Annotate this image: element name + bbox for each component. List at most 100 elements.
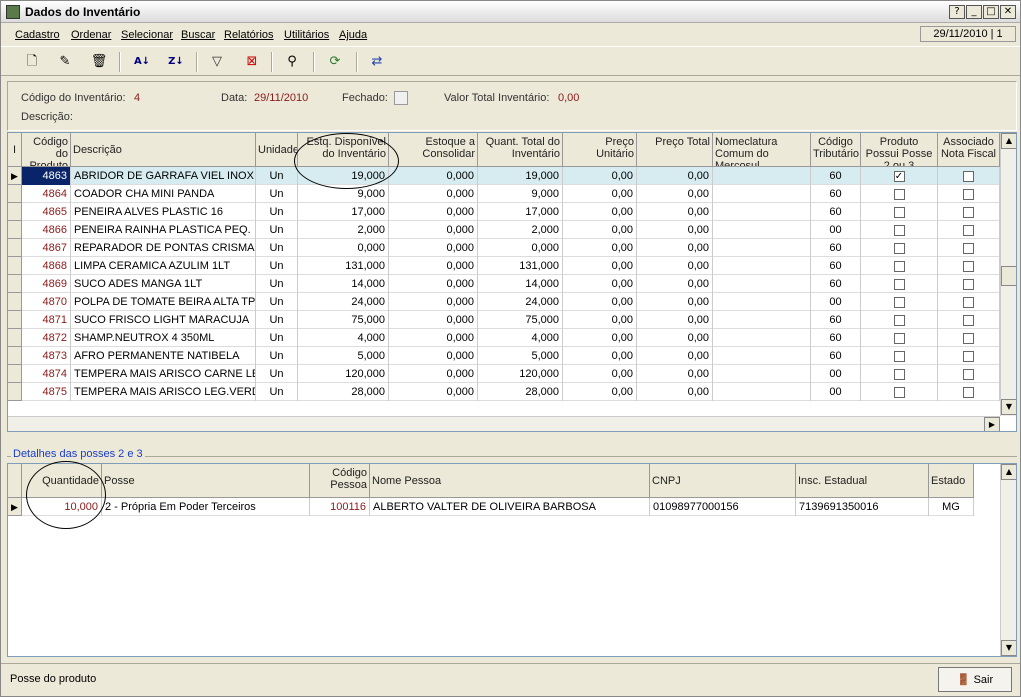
- row-indicator[interactable]: [8, 221, 22, 239]
- cell-trib[interactable]: 00: [811, 365, 861, 383]
- cell-codigo[interactable]: 4871: [22, 311, 71, 329]
- cell-quant[interactable]: 120,000: [478, 365, 563, 383]
- cell-preco[interactable]: 0,00: [563, 239, 637, 257]
- table-row[interactable]: 4867 REPARADOR DE PONTAS CRISMAS Un 0,000 0,…: [8, 239, 1000, 257]
- checkbox-icon[interactable]: [893, 296, 905, 308]
- clear-filter-icon[interactable]: ⊠: [241, 52, 263, 72]
- detail-header-codigo[interactable]: Código Pessoa: [310, 464, 370, 498]
- cell-preco[interactable]: 0,00: [563, 365, 637, 383]
- cell-codigo[interactable]: 4868: [22, 257, 71, 275]
- cell-consolidar[interactable]: 0,000: [389, 239, 478, 257]
- cell-nota[interactable]: [938, 383, 1000, 401]
- cell-estq[interactable]: 131,000: [298, 257, 389, 275]
- table-row[interactable]: 4869 SUCO ADES MANGA 1LT Un 14,000 0,000 14,0…: [8, 275, 1000, 293]
- edit-icon[interactable]: ✎: [54, 52, 76, 72]
- cell-ncm[interactable]: [713, 275, 811, 293]
- refresh-icon[interactable]: ⟳: [324, 52, 346, 72]
- checkbox-icon[interactable]: [893, 350, 905, 362]
- cell-nota[interactable]: [938, 365, 1000, 383]
- cell-total[interactable]: 0,00: [637, 167, 713, 185]
- checkbox-icon[interactable]: [963, 242, 974, 254]
- table-row[interactable]: 4873 AFRO PERMANENTE NATIBELA Un 5,000 0,000…: [8, 347, 1000, 365]
- sort-az-icon[interactable]: A↓: [131, 52, 153, 72]
- cell-codigo[interactable]: 4870: [22, 293, 71, 311]
- cell-quant[interactable]: 75,000: [478, 311, 563, 329]
- cell-unidade[interactable]: Un: [256, 347, 298, 365]
- cell-descricao[interactable]: REPARADOR DE PONTAS CRISMAS: [71, 239, 256, 257]
- cell-codigo[interactable]: 4875: [22, 383, 71, 401]
- cell-nota[interactable]: [938, 257, 1000, 275]
- grid-header-preco[interactable]: Preço Unitário: [563, 133, 637, 167]
- help-button[interactable]: ?: [949, 5, 965, 19]
- checkbox-icon[interactable]: [893, 368, 905, 380]
- cell-descricao[interactable]: TEMPERA MAIS ARISCO LEG.VERD.AF: [71, 383, 256, 401]
- cell-nota[interactable]: [938, 275, 1000, 293]
- cell-codigo[interactable]: 4864: [22, 185, 71, 203]
- cell-ncm[interactable]: [713, 185, 811, 203]
- cell-unidade[interactable]: Un: [256, 185, 298, 203]
- detail-cell-posse[interactable]: 2 - Própria Em Poder Terceiros: [102, 498, 310, 516]
- cell-posse[interactable]: [861, 239, 938, 257]
- menu-buscar[interactable]: Buscar: [181, 29, 215, 41]
- fechado-checkbox[interactable]: [394, 91, 408, 105]
- cell-posse[interactable]: ✓: [861, 167, 938, 185]
- cell-preco[interactable]: 0,00: [563, 347, 637, 365]
- cell-total[interactable]: 0,00: [637, 257, 713, 275]
- close-button[interactable]: ✕: [1000, 5, 1016, 19]
- detail-header-posse[interactable]: Posse: [102, 464, 310, 498]
- cell-descricao[interactable]: COADOR CHA MINI PANDA: [71, 185, 256, 203]
- detail-cell-insc[interactable]: 7139691350016: [796, 498, 929, 516]
- cell-codigo[interactable]: 4867: [22, 239, 71, 257]
- cell-preco[interactable]: 0,00: [563, 311, 637, 329]
- cell-codigo[interactable]: 4863: [22, 167, 71, 185]
- cell-unidade[interactable]: Un: [256, 239, 298, 257]
- cell-trib[interactable]: 60: [811, 185, 861, 203]
- scroll-thumb[interactable]: [1001, 266, 1016, 286]
- cell-consolidar[interactable]: 0,000: [389, 185, 478, 203]
- cell-total[interactable]: 0,00: [637, 311, 713, 329]
- cell-posse[interactable]: [861, 383, 938, 401]
- table-row[interactable]: ▶ 4863 ABRIDOR DE GARRAFA VIEL INOX Un 19,00…: [8, 167, 1000, 185]
- cell-codigo[interactable]: 4869: [22, 275, 71, 293]
- detail-header-cnpj[interactable]: CNPJ: [650, 464, 796, 498]
- grid-header-total[interactable]: Preço Total: [637, 133, 713, 167]
- row-indicator[interactable]: [8, 185, 22, 203]
- checkbox-icon[interactable]: [963, 170, 974, 182]
- cell-unidade[interactable]: Un: [256, 365, 298, 383]
- cell-quant[interactable]: 0,000: [478, 239, 563, 257]
- title-bar[interactable]: Dados do Inventário ? _ □ ✕: [1, 1, 1020, 23]
- cell-posse[interactable]: [861, 365, 938, 383]
- cell-estq[interactable]: 17,000: [298, 203, 389, 221]
- checkbox-icon[interactable]: [963, 224, 974, 236]
- cell-trib[interactable]: 60: [811, 167, 861, 185]
- cell-consolidar[interactable]: 0,000: [389, 203, 478, 221]
- cell-consolidar[interactable]: 0,000: [389, 221, 478, 239]
- cell-total[interactable]: 0,00: [637, 383, 713, 401]
- cell-descricao[interactable]: LIMPA CERAMICA AZULIM 1LT: [71, 257, 256, 275]
- detail-grid[interactable]: Quantidade Posse Código Pessoa Nome Pessoa C…: [7, 463, 1017, 657]
- cell-quant[interactable]: 4,000: [478, 329, 563, 347]
- cell-estq[interactable]: 14,000: [298, 275, 389, 293]
- checkbox-icon[interactable]: [963, 206, 974, 218]
- cell-consolidar[interactable]: 0,000: [389, 257, 478, 275]
- checkbox-icon[interactable]: [963, 260, 974, 272]
- cell-estq[interactable]: 2,000: [298, 221, 389, 239]
- cell-nota[interactable]: [938, 167, 1000, 185]
- cell-preco[interactable]: 0,00: [563, 257, 637, 275]
- table-row[interactable]: 4871 SUCO FRISCO LIGHT MARACUJA Un 75,000 0,…: [8, 311, 1000, 329]
- checkbox-icon[interactable]: [893, 386, 905, 398]
- scroll-down-icon[interactable]: ▼: [1001, 399, 1016, 415]
- cell-unidade[interactable]: Un: [256, 203, 298, 221]
- cell-unidade[interactable]: Un: [256, 383, 298, 401]
- cell-trib[interactable]: 00: [811, 383, 861, 401]
- cell-consolidar[interactable]: 0,000: [389, 347, 478, 365]
- cell-descricao[interactable]: AFRO PERMANENTE NATIBELA: [71, 347, 256, 365]
- checkbox-icon[interactable]: [963, 368, 974, 380]
- cell-estq[interactable]: 4,000: [298, 329, 389, 347]
- scroll-right-icon[interactable]: ▶: [984, 417, 1000, 431]
- row-indicator[interactable]: [8, 311, 22, 329]
- new-icon[interactable]: 🗋: [21, 52, 43, 72]
- detail-row[interactable]: ▶ 10,000 2 - Própria Em Poder Terceiros 100…: [8, 498, 974, 516]
- checkbox-icon[interactable]: [893, 314, 905, 326]
- cell-posse[interactable]: [861, 347, 938, 365]
